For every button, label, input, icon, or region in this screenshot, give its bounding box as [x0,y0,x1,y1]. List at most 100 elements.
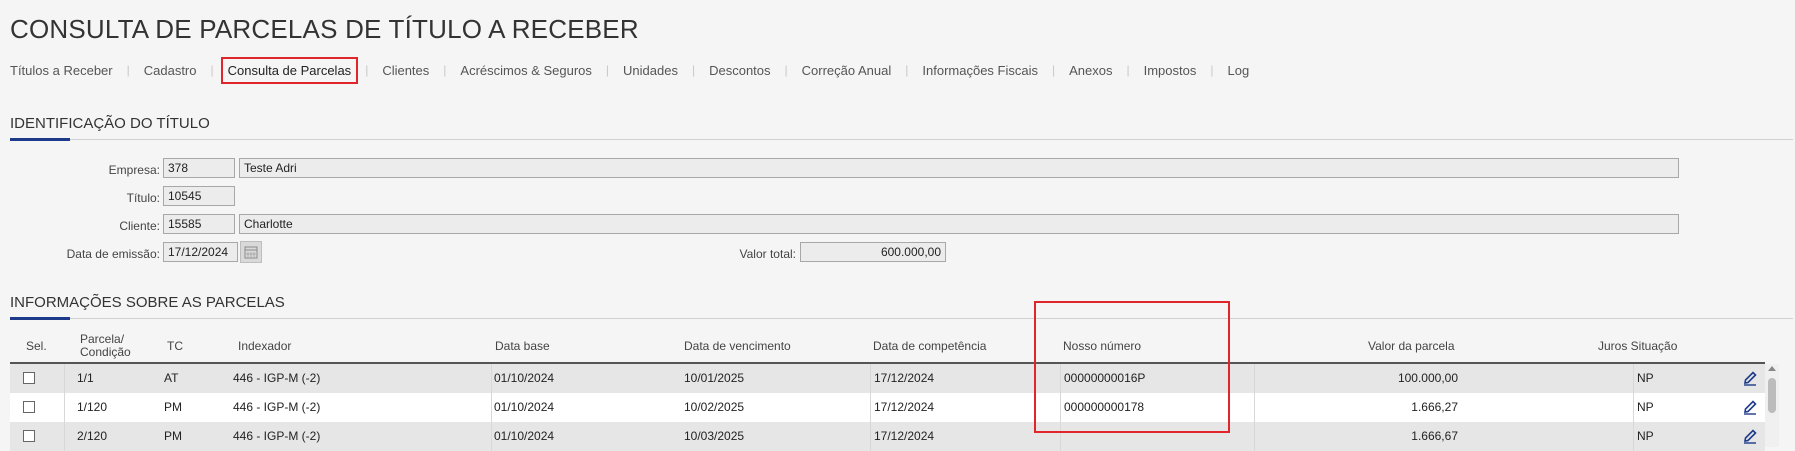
header-parcela: Parcela/ Condição [80,333,131,359]
tab-impostos[interactable]: Impostos [1144,63,1197,78]
row-select-checkbox[interactable] [23,430,35,442]
tab-descontos[interactable]: Descontos [709,63,770,78]
cell-data-base: 01/10/2024 [494,429,555,443]
cliente-label: Cliente: [119,219,160,233]
tab-separator: | [1126,63,1130,77]
column-divider [1060,393,1061,422]
column-divider [1633,364,1634,393]
data-emissao-field[interactable]: 17/12/2024 [163,242,238,262]
header-juros-situacao: Juros Situação [1598,339,1678,353]
header-data-competencia: Data de competência [873,339,987,353]
tab-separator: | [1210,63,1214,77]
header-data-vencimento: Data de vencimento [684,339,791,353]
column-divider [870,364,871,393]
cell-valor-parcela: 100.000,00 [1397,371,1458,385]
scroll-up-arrow-icon[interactable] [1768,366,1776,371]
edit-pencil-icon[interactable] [1742,428,1758,449]
cliente-code-field[interactable]: 15585 [163,214,235,234]
tab-log[interactable]: Log [1227,63,1249,78]
data-emissao-label: Data de emissão: [66,247,160,261]
titulo-field[interactable]: 10545 [163,186,235,206]
cell-indexador: 446 - IGP-M (-2) [233,400,321,414]
tab-separator: | [691,63,696,77]
empresa-name-field[interactable]: Teste Adri [239,158,1679,178]
row-select-checkbox[interactable] [23,401,35,413]
empresa-label: Empresa: [108,163,160,177]
tab-titulos-a-receber[interactable]: Títulos a Receber [10,63,113,78]
cell-nosso-numero: 000000000178 [1064,400,1145,414]
cell-data-competencia: 17/12/2024 [874,400,935,414]
titulo-label: Título: [126,191,160,205]
cell-data-vencimento: 10/02/2025 [684,400,745,414]
cell-situacao: NP [1637,371,1654,385]
column-divider [1633,393,1634,422]
table-row[interactable]: 1/120 PM 446 - IGP-M (-2) 01/10/2024 10/… [10,393,1765,422]
cell-data-vencimento: 10/03/2025 [684,429,745,443]
edit-pencil-icon[interactable] [1742,370,1758,391]
column-divider [64,393,65,422]
column-divider [491,393,492,422]
valor-total-label: Valor total: [739,247,796,261]
cell-data-base: 01/10/2024 [494,400,555,414]
cell-data-competencia: 17/12/2024 [874,371,935,385]
header-valor-parcela: Valor da parcela [1368,339,1455,353]
tab-separator: | [126,63,130,77]
cell-tc: PM [164,400,182,414]
tab-separator: | [443,63,447,77]
empresa-code-field[interactable]: 378 [163,158,235,178]
tab-consulta-de-parcelas[interactable]: Consulta de Parcelas [220,56,359,84]
cell-tc: PM [164,429,182,443]
cell-parcela: 1/1 [77,371,94,385]
column-divider [870,393,871,422]
tab-separator: | [905,63,909,77]
tab-clientes[interactable]: Clientes [382,63,429,78]
cell-indexador: 446 - IGP-M (-2) [233,429,321,443]
tab-separator: | [784,63,788,77]
header-sel: Sel. [26,339,47,353]
row-select-checkbox[interactable] [23,372,35,384]
tab-separator: | [605,63,610,77]
section-title-parcelas: INFORMAÇÕES SOBRE AS PARCELAS [10,294,285,311]
table-scrollbar[interactable] [1765,364,1779,447]
tab-bar: Títulos a Receber | Cadastro | Consulta … [10,56,1249,84]
cliente-name-field[interactable]: Charlotte [239,214,1679,234]
header-data-base: Data base [495,339,550,353]
cell-parcela: 2/120 [77,429,108,443]
cell-data-base: 01/10/2024 [494,371,555,385]
tab-acrescimos-seguros[interactable]: Acréscimos & Seguros [460,63,592,78]
tab-cadastro[interactable]: Cadastro [144,63,197,78]
page-title: CONSULTA DE PARCELAS DE TÍTULO A RECEBER [10,14,639,44]
cell-situacao: NP [1637,429,1654,443]
cell-situacao: NP [1637,400,1654,414]
calendar-icon[interactable] [240,241,262,263]
tab-separator: | [210,63,214,77]
header-tc: TC [167,339,183,353]
valor-total-field[interactable]: 600.000,00 [800,242,946,262]
section-accent [10,138,70,141]
section-divider [10,139,1793,140]
scrollbar-thumb[interactable] [1768,378,1776,413]
cell-valor-parcela: 1.666,27 [1411,400,1458,414]
cell-indexador: 446 - IGP-M (-2) [233,371,321,385]
tab-anexos[interactable]: Anexos [1069,63,1112,78]
tab-correcao-anual[interactable]: Correção Anual [802,63,892,78]
column-divider [491,364,492,393]
section-title-identificacao: IDENTIFICAÇÃO DO TÍTULO [10,115,210,132]
header-parcela-line2: Condição [80,345,131,359]
column-divider [1060,364,1061,393]
header-nosso-numero: Nosso número [1063,339,1142,353]
cell-nosso-numero: 00000000016P [1064,371,1146,385]
tab-informacoes-fiscais[interactable]: Informações Fiscais [922,63,1038,78]
header-indexador: Indexador [238,339,292,353]
cell-parcela: 1/120 [77,400,108,414]
column-divider [1254,393,1255,422]
table-row[interactable]: 1/1 AT 446 - IGP-M (-2) 01/10/2024 10/01… [10,364,1765,393]
cell-data-competencia: 17/12/2024 [874,429,935,443]
cell-valor-parcela: 1.666,67 [1411,429,1458,443]
cell-tc: AT [164,371,179,385]
tab-unidades[interactable]: Unidades [623,63,678,78]
column-divider [1254,364,1255,393]
edit-pencil-icon[interactable] [1742,399,1758,420]
section-divider [10,318,1793,319]
column-divider [64,364,65,393]
